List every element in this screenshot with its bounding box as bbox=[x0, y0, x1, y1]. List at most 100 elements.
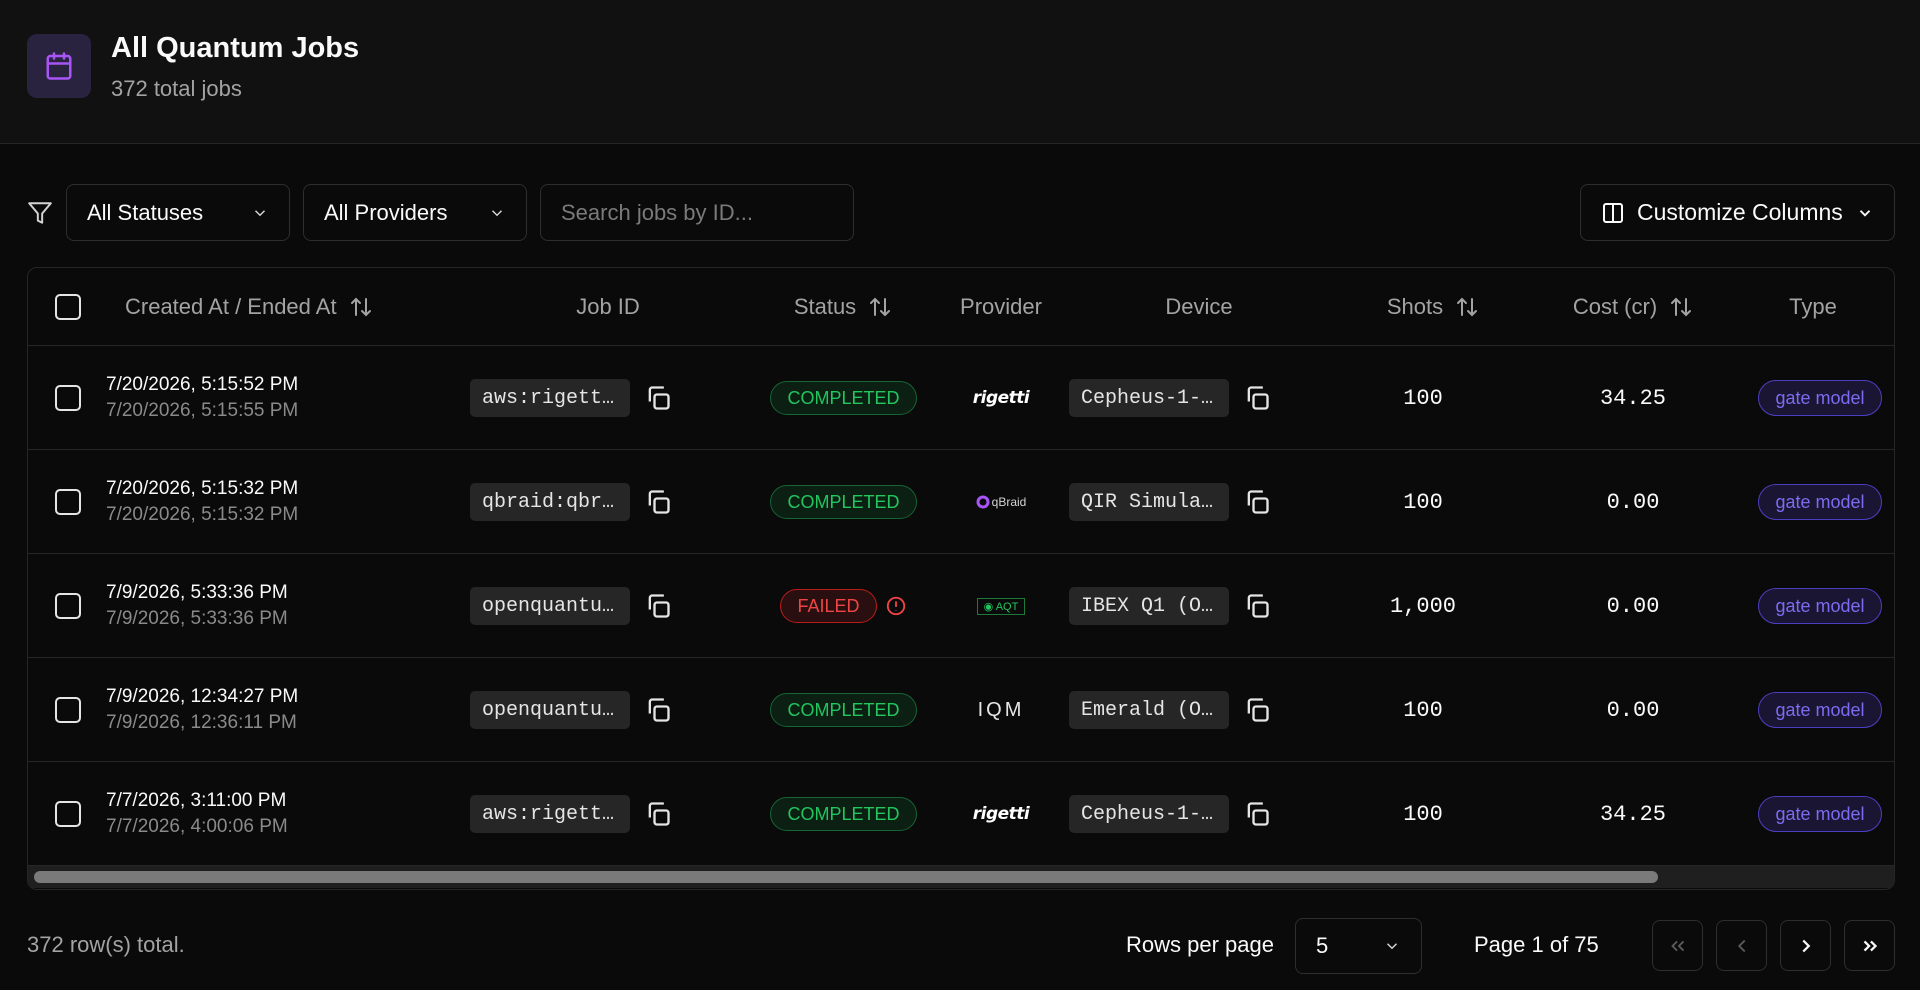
column-type-label: Type bbox=[1789, 294, 1837, 319]
copy-icon[interactable] bbox=[1243, 592, 1271, 620]
device-name: Cepheus-1-... bbox=[1069, 379, 1229, 417]
row-checkbox[interactable] bbox=[55, 801, 81, 827]
provider-name: qBraid bbox=[991, 495, 1027, 509]
copy-icon[interactable] bbox=[644, 800, 672, 828]
job-id-text: aws:rigetti... bbox=[482, 802, 618, 826]
column-cost-header[interactable]: Cost (cr) bbox=[1508, 268, 1758, 346]
table-row: 7/9/2026, 5:33:36 PM 7/9/2026, 5:33:36 P… bbox=[28, 554, 1894, 658]
copy-icon[interactable] bbox=[644, 592, 672, 620]
column-created-label: Created At / Ended At bbox=[125, 294, 337, 319]
row-checkbox[interactable] bbox=[55, 385, 81, 411]
device-text: IBEX Q1 (O... bbox=[1081, 594, 1217, 618]
shots-value: 100 bbox=[1403, 385, 1443, 411]
previous-page-button[interactable] bbox=[1716, 920, 1767, 971]
first-page-button[interactable] bbox=[1652, 920, 1703, 971]
calendar-icon bbox=[27, 34, 91, 98]
shots-value: 100 bbox=[1403, 489, 1443, 515]
chevrons-left-icon bbox=[1670, 940, 1684, 951]
device-cell: Cepheus-1-... bbox=[1069, 762, 1271, 866]
type-cell: gate model bbox=[1745, 450, 1894, 554]
row-dates: 7/7/2026, 3:11:00 PM 7/7/2026, 4:00:06 P… bbox=[106, 762, 288, 866]
qbraid-logo-icon bbox=[976, 495, 990, 509]
row-count: 372 row(s) total. bbox=[27, 932, 185, 957]
column-jobid-label: Job ID bbox=[576, 294, 640, 319]
provider-name: AQT bbox=[995, 600, 1019, 613]
table-row: 7/20/2026, 5:15:32 PM 7/20/2026, 5:15:32… bbox=[28, 450, 1894, 554]
job-id-text: aws:rigetti... bbox=[482, 386, 618, 410]
cost-value: 34.25 bbox=[1599, 801, 1666, 827]
status-badge: FAILED bbox=[780, 589, 877, 623]
select-all-checkbox[interactable] bbox=[55, 294, 81, 320]
column-cost-label: Cost (cr) bbox=[1572, 294, 1658, 319]
columns-icon bbox=[1603, 202, 1623, 223]
ended-at: 7/7/2026, 4:00:06 PM bbox=[106, 816, 288, 837]
rows-per-page-value: 5 bbox=[1316, 933, 1329, 958]
page-title: All Quantum Jobs bbox=[111, 32, 360, 64]
cost-value: 0.00 bbox=[1606, 489, 1660, 515]
table-header: Created At / Ended At Job ID Status Prov… bbox=[28, 268, 1894, 346]
column-provider-header: Provider bbox=[918, 268, 1084, 346]
shots-value: 100 bbox=[1403, 801, 1443, 827]
copy-icon[interactable] bbox=[644, 384, 672, 412]
column-type-header: Type bbox=[1738, 268, 1888, 346]
row-checkbox[interactable] bbox=[55, 697, 81, 723]
cost-value: 34.25 bbox=[1599, 385, 1666, 411]
ended-at: 7/20/2026, 5:15:32 PM bbox=[106, 504, 299, 525]
ended-at: 7/20/2026, 5:15:55 PM bbox=[106, 400, 299, 421]
last-page-button[interactable] bbox=[1844, 920, 1895, 971]
type-cell: gate model bbox=[1745, 554, 1894, 658]
job-id: openquantu... bbox=[470, 691, 630, 729]
column-created-header[interactable]: Created At / Ended At bbox=[125, 268, 373, 346]
job-id: openquantu... bbox=[470, 587, 630, 625]
row-checkbox[interactable] bbox=[55, 489, 81, 515]
provider-select[interactable]: All Providers bbox=[303, 184, 527, 241]
status-badge: COMPLETED bbox=[770, 693, 917, 727]
chevron-left-icon bbox=[1737, 939, 1745, 952]
copy-icon[interactable] bbox=[1243, 384, 1271, 412]
job-id-text: openquantu... bbox=[482, 698, 618, 722]
job-id-cell: aws:rigetti... bbox=[470, 346, 672, 450]
job-id-cell: qbraid:qbr... bbox=[470, 450, 672, 554]
provider-logo-aqt: ◉ AQT bbox=[976, 597, 1026, 615]
copy-icon[interactable] bbox=[1243, 696, 1271, 724]
table-row: 7/7/2026, 3:11:00 PM 7/7/2026, 4:00:06 P… bbox=[28, 762, 1894, 866]
device-cell: QIR Simula... bbox=[1069, 450, 1271, 554]
sort-icon[interactable] bbox=[1669, 295, 1693, 319]
chevron-right-icon bbox=[1801, 939, 1810, 952]
scrollbar-thumb[interactable] bbox=[34, 871, 1658, 883]
type-cell: gate model bbox=[1745, 346, 1894, 450]
provider-cell: IQM bbox=[918, 658, 1084, 762]
row-checkbox[interactable] bbox=[55, 593, 81, 619]
status-select[interactable]: All Statuses bbox=[66, 184, 290, 241]
search-input[interactable] bbox=[540, 184, 854, 241]
sort-icon[interactable] bbox=[868, 295, 892, 319]
job-id: aws:rigetti... bbox=[470, 795, 630, 833]
row-dates: 7/9/2026, 12:34:27 PM 7/9/2026, 12:36:11… bbox=[106, 658, 298, 762]
column-device-header: Device bbox=[1076, 268, 1322, 346]
device-text: Cepheus-1-... bbox=[1081, 802, 1217, 826]
sort-icon[interactable] bbox=[1455, 295, 1479, 319]
provider-select-value: All Providers bbox=[324, 199, 448, 225]
copy-icon[interactable] bbox=[644, 696, 672, 724]
sort-icon[interactable] bbox=[349, 295, 373, 319]
alert-circle-icon[interactable] bbox=[885, 595, 907, 617]
status-badge: COMPLETED bbox=[770, 485, 917, 519]
copy-icon[interactable] bbox=[1243, 800, 1271, 828]
status-badge: COMPLETED bbox=[770, 381, 917, 415]
provider-cell: ◉ AQT bbox=[918, 554, 1084, 658]
type-badge: gate model bbox=[1758, 796, 1882, 832]
horizontal-scrollbar[interactable] bbox=[28, 866, 1894, 888]
row-dates: 7/20/2026, 5:15:32 PM 7/20/2026, 5:15:32… bbox=[106, 450, 298, 554]
device-text: Emerald (O... bbox=[1081, 698, 1217, 722]
job-id-cell: openquantu... bbox=[470, 658, 672, 762]
rows-per-page-select[interactable]: 5 bbox=[1295, 918, 1422, 974]
created-at: 7/7/2026, 3:11:00 PM bbox=[106, 790, 287, 811]
row-dates: 7/20/2026, 5:15:52 PM 7/20/2026, 5:15:55… bbox=[106, 346, 298, 450]
copy-icon[interactable] bbox=[1243, 488, 1271, 516]
device-name: Emerald (O... bbox=[1069, 691, 1229, 729]
rows-per-page-label: Rows per page bbox=[1126, 932, 1274, 957]
copy-icon[interactable] bbox=[644, 488, 672, 516]
next-page-button[interactable] bbox=[1780, 920, 1831, 971]
customize-columns-button[interactable]: Customize Columns bbox=[1580, 184, 1895, 241]
provider-cell: rigetti bbox=[918, 346, 1084, 450]
